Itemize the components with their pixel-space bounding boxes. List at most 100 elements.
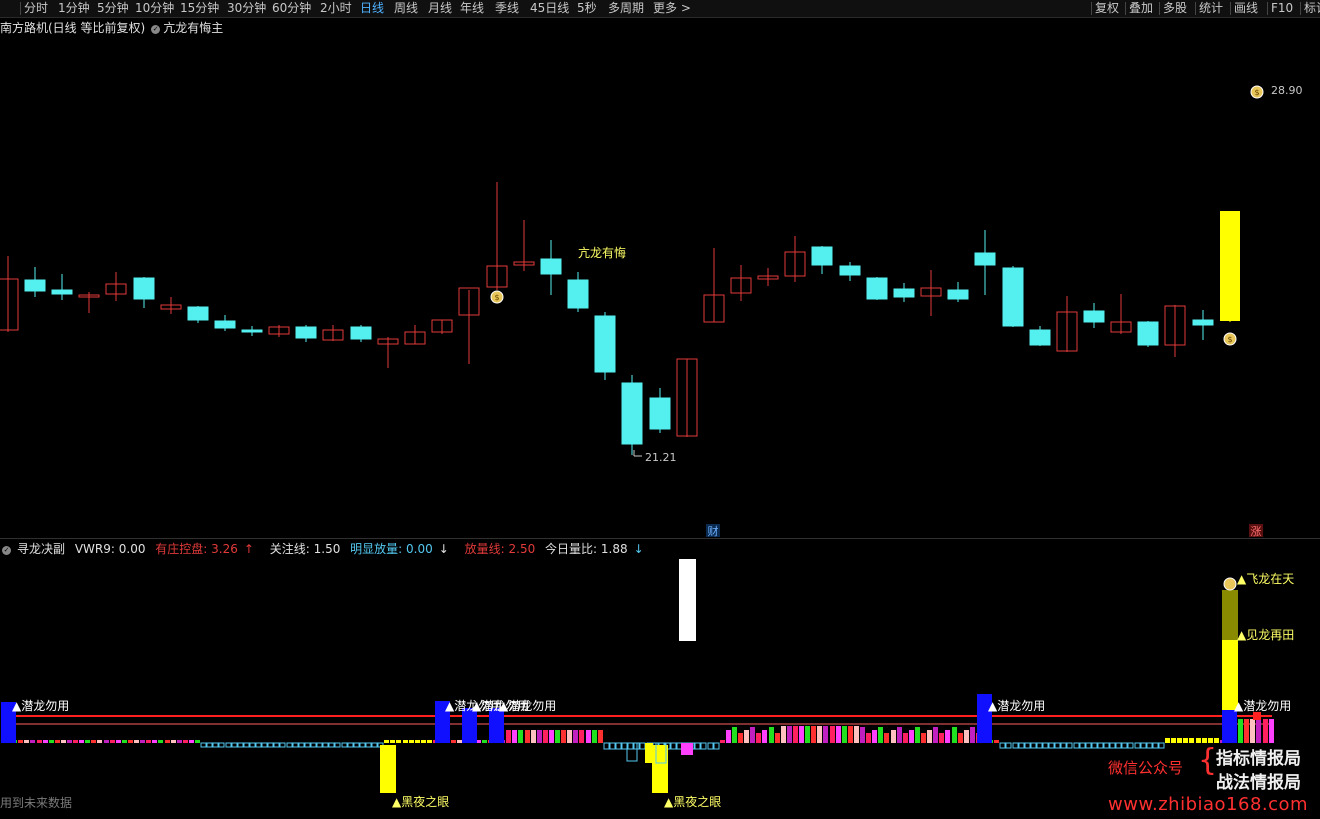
- hist-bar-neg: [670, 742, 677, 750]
- hist-bar: [140, 740, 145, 743]
- qianlong-bar-2: [462, 708, 477, 743]
- hist-bar: [1256, 719, 1261, 743]
- hist-bar: [897, 727, 902, 743]
- hist-bar: [561, 730, 566, 743]
- hist-bar-neg: [1042, 742, 1049, 749]
- hist-bar: [750, 727, 755, 743]
- hist-bar-neg: [639, 742, 646, 750]
- hist-bar-neg: [243, 742, 250, 748]
- hist-bar: [872, 730, 877, 743]
- hist-bar: [811, 726, 816, 743]
- hist-bar-neg: [1005, 742, 1012, 749]
- hist-bar: [61, 740, 66, 743]
- hist-bar: [1269, 719, 1274, 743]
- hist-bar-neg: [1091, 742, 1098, 749]
- sub-indicator-chart[interactable]: ▲潜龙勿用 ▲潜龙勿用▲潜龙勿用▲潜龙勿用 ▲潜龙勿用 ▲潜龙勿用▲黑夜之眼 ▲黑夜之眼…: [0, 0, 1320, 819]
- hist-bar: [1171, 738, 1176, 743]
- hist-bar: [555, 730, 560, 743]
- heiye-label: ▲黑夜之眼: [664, 794, 721, 809]
- hist-bar-neg: [1097, 742, 1104, 749]
- hist-bar: [756, 733, 761, 743]
- hist-bar: [85, 740, 90, 743]
- qianlong-label: ▲潜龙勿用: [12, 699, 69, 713]
- hist-bar-neg: [1146, 742, 1153, 749]
- hist-bar: [903, 733, 908, 743]
- hist-bar: [878, 727, 883, 743]
- hist-bar-neg: [603, 742, 610, 750]
- watermark-url: www.zhibiao168.com: [1108, 794, 1309, 815]
- hist-bar: [195, 740, 200, 743]
- hist-bar: [24, 740, 29, 743]
- hist-bar: [744, 730, 749, 743]
- hist-bar: [891, 730, 896, 743]
- hist-bar: [506, 730, 511, 743]
- hist-bar-neg: [1024, 742, 1031, 749]
- hist-bar: [830, 726, 835, 743]
- heiye-bar-1: [380, 745, 396, 793]
- hist-bar: [1183, 738, 1188, 743]
- hist-bar-neg: [1134, 742, 1141, 749]
- hist-bar: [769, 727, 774, 743]
- hist-bar-neg: [206, 742, 213, 748]
- hist-bar: [43, 740, 48, 743]
- hist-bar: [67, 740, 72, 743]
- hist-bar: [177, 740, 182, 743]
- hist-bar-neg: [273, 742, 280, 748]
- hist-bar: [110, 740, 115, 743]
- hist-bar: [396, 740, 401, 743]
- hist-bar: [848, 726, 853, 743]
- hist-bar: [586, 730, 591, 743]
- watermark-brace: {: [1198, 743, 1218, 778]
- hist-bar-neg: [1079, 742, 1086, 749]
- hist-bar-neg: [999, 742, 1006, 749]
- hist-bar: [762, 730, 767, 743]
- hist-bar: [884, 733, 889, 743]
- hist-bar: [836, 726, 841, 743]
- heiye-label: ▲黑夜之眼: [392, 794, 449, 809]
- hist-bar: [18, 740, 23, 743]
- hist-bar-neg: [1030, 742, 1037, 749]
- hist-bar: [817, 726, 822, 743]
- hist-bar: [945, 730, 950, 743]
- hist-bar: [921, 733, 926, 743]
- money-bag-icon: [1223, 577, 1237, 591]
- hist-bar: [183, 740, 188, 743]
- hist-bar-neg: [261, 742, 268, 748]
- hist-bar: [128, 740, 133, 743]
- hist-bar-neg: [225, 742, 232, 748]
- hist-bar-neg: [1066, 742, 1073, 749]
- hist-bar: [30, 740, 35, 743]
- hist-bar: [994, 740, 999, 743]
- watermark-line1: 指标情报局: [1216, 749, 1301, 769]
- hist-bar-neg: [713, 742, 720, 750]
- qianlong-bar-5: [1222, 708, 1237, 743]
- hist-bar: [1177, 738, 1182, 743]
- hist-bar: [720, 740, 725, 743]
- hist-bar: [451, 740, 456, 743]
- hist-bar-neg: [322, 742, 329, 748]
- hist-bar: [1244, 719, 1249, 743]
- hist-bar: [1250, 719, 1255, 743]
- hist-bar: [787, 726, 792, 743]
- hist-bar: [158, 740, 163, 743]
- hist-bar-neg: [1036, 742, 1043, 749]
- hist-bar-neg: [707, 742, 714, 750]
- hist-bar: [55, 740, 60, 743]
- hist-bar-neg: [200, 742, 207, 748]
- hist-bar: [933, 727, 938, 743]
- hist-bar: [457, 740, 462, 743]
- hist-bar-neg: [1127, 742, 1134, 749]
- hist-bar-neg: [609, 742, 616, 750]
- hist-bar-neg: [1109, 742, 1116, 749]
- hist-bar: [543, 730, 548, 743]
- hist-bar: [134, 740, 139, 743]
- hist-bar-neg: [353, 742, 360, 748]
- hist-bar: [775, 733, 780, 743]
- hist-bar-neg: [304, 742, 311, 748]
- hist-bar-neg: [1152, 742, 1159, 749]
- hist-bar-neg: [1018, 742, 1025, 749]
- hist-bar: [482, 740, 487, 743]
- hist-bar: [189, 740, 194, 743]
- hist-bar-neg: [255, 742, 262, 748]
- heiye-bar-2b: [645, 743, 653, 763]
